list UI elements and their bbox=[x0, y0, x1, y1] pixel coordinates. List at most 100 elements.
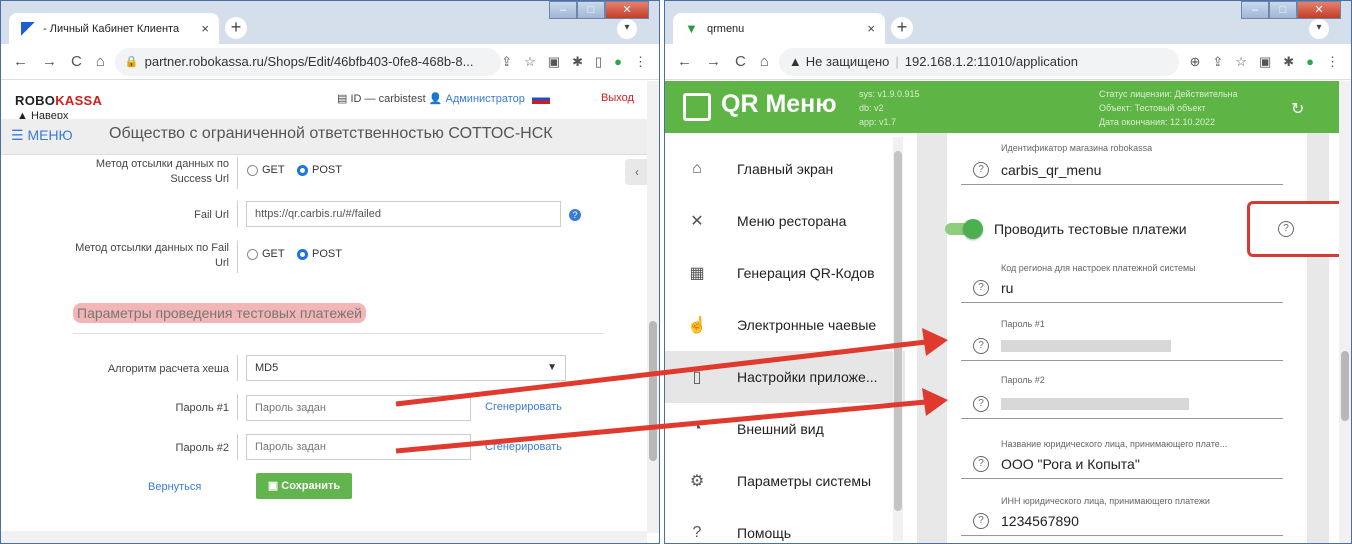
generate-password2-link[interactable]: Сгенерировать bbox=[485, 441, 562, 453]
sidebar-item-tips[interactable]: ☝ Электронные чаевые bbox=[665, 299, 905, 351]
close-tab-icon[interactable]: × bbox=[867, 21, 875, 36]
password1-field[interactable]: Пароль #1 ? bbox=[961, 319, 1283, 361]
zoom-icon[interactable]: ⊕ bbox=[1189, 54, 1200, 70]
sidebar-item-menu[interactable]: ✕ Меню ресторана bbox=[665, 195, 905, 247]
inn-field[interactable]: ИНН юридического лица, принимающего плат… bbox=[961, 496, 1283, 536]
help-icon[interactable]: ? bbox=[1278, 221, 1294, 237]
sidebar-item-help[interactable]: ? Помощь bbox=[665, 507, 905, 543]
sidebar-scrollbar[interactable] bbox=[893, 137, 903, 541]
legal-name-field[interactable]: Название юридического лица, принимающего… bbox=[961, 439, 1283, 479]
home-icon[interactable]: ⌂ bbox=[96, 53, 105, 70]
password2-field[interactable]: Пароль #2 ? bbox=[961, 375, 1283, 419]
bookmark-star-icon[interactable]: ☆ bbox=[524, 54, 536, 70]
tab-search-button[interactable]: ▾ bbox=[1309, 19, 1329, 39]
kebab-menu-icon[interactable]: ⋮ bbox=[1326, 54, 1339, 70]
divider bbox=[237, 434, 238, 460]
help-icon[interactable]: ? bbox=[973, 396, 989, 412]
hash-algorithm-select[interactable]: MD5 ▼ bbox=[246, 355, 566, 381]
bookmark-star-icon[interactable]: ☆ bbox=[1235, 54, 1247, 70]
success-method-radio-get[interactable]: GET bbox=[247, 164, 285, 176]
region-code-field[interactable]: Код региона для настроек платежной систе… bbox=[961, 263, 1283, 303]
password2-input[interactable]: Пароль задан bbox=[246, 434, 471, 460]
help-icon[interactable]: ? bbox=[973, 456, 989, 472]
success-method-radio-post[interactable]: POST bbox=[297, 164, 342, 176]
vertical-scrollbar[interactable] bbox=[647, 81, 659, 533]
share-icon[interactable]: ⇪ bbox=[501, 54, 512, 70]
flag-icon[interactable] bbox=[531, 94, 550, 105]
vertical-scrollbar[interactable] bbox=[1339, 81, 1351, 543]
horizontal-scrollbar[interactable] bbox=[1, 531, 647, 543]
fail-method-radio-get[interactable]: GET bbox=[247, 248, 285, 260]
new-tab-button[interactable]: + bbox=[891, 17, 913, 39]
scroll-thumb[interactable] bbox=[1341, 351, 1349, 421]
maximize-button[interactable]: □ bbox=[1269, 1, 1297, 19]
hash-algorithm-label: Алгоритм расчета хеша bbox=[107, 363, 229, 375]
help-icon[interactable]: ? bbox=[973, 513, 989, 529]
sidebar-item-settings[interactable]: ▯ Настройки приложе... bbox=[665, 351, 905, 403]
scroll-thumb[interactable] bbox=[894, 151, 902, 511]
maximize-button[interactable]: □ bbox=[577, 1, 605, 19]
save-button[interactable]: ▣ Сохранить bbox=[256, 473, 352, 499]
user-icon: 👤 bbox=[428, 93, 443, 105]
tab-search-button[interactable]: ▾ bbox=[617, 19, 637, 39]
close-window-button[interactable]: ✕ bbox=[605, 1, 649, 19]
home-icon[interactable]: ⌂ bbox=[760, 53, 769, 70]
generate-password1-link[interactable]: Сгенерировать bbox=[485, 401, 562, 413]
logout-link[interactable]: Выход bbox=[601, 92, 634, 104]
scroll-thumb[interactable] bbox=[649, 321, 657, 461]
test-payments-toggle[interactable] bbox=[963, 219, 983, 239]
sync-icon[interactable]: ↻ bbox=[1291, 99, 1304, 119]
close-window-button[interactable]: ✕ bbox=[1297, 1, 1341, 19]
forward-icon[interactable]: → bbox=[706, 53, 721, 70]
sidebar: ⌂ Главный экран ✕ Меню ресторана ▦ Генераци… bbox=[665, 133, 905, 543]
shop-id-field[interactable]: Идентификатор магазина robokassa ? carbi… bbox=[961, 143, 1283, 185]
account-info: ▤ ID — carbistest 👤 Администратор bbox=[337, 92, 554, 105]
help-icon[interactable]: ? bbox=[973, 338, 989, 354]
password1-input[interactable]: Пароль задан bbox=[246, 395, 471, 421]
fail-url-input[interactable]: https://qr.carbis.ru/#/failed bbox=[246, 201, 561, 227]
tab-qrmenu[interactable]: ▼ qrmenu × bbox=[673, 13, 885, 44]
sidebar-item-appearance[interactable]: ◔ Внешний вид bbox=[665, 403, 905, 455]
reload-icon[interactable]: C bbox=[735, 53, 746, 70]
extension-icon[interactable]: ▣ bbox=[548, 54, 560, 70]
reload-icon[interactable]: C bbox=[71, 53, 82, 70]
role-link[interactable]: Администратор bbox=[445, 93, 524, 105]
url-field[interactable]: 🔒 partner.robokassa.ru/Shops/Edit/46bfb4… bbox=[114, 47, 502, 76]
puzzle-icon[interactable]: ✱ bbox=[1283, 54, 1294, 70]
window-controls: – □ ✕ bbox=[549, 1, 649, 19]
robokassa-logo[interactable]: ROBOKASSA bbox=[15, 93, 102, 108]
sidebar-item-home[interactable]: ⌂ Главный экран bbox=[665, 143, 905, 195]
minimize-button[interactable]: – bbox=[1241, 1, 1269, 19]
profile-avatar-icon[interactable]: ● bbox=[1306, 54, 1314, 70]
new-tab-button[interactable]: + bbox=[225, 17, 247, 39]
share-icon[interactable]: ⇪ bbox=[1212, 54, 1223, 70]
home-icon: ⌂ bbox=[692, 160, 702, 177]
close-tab-icon[interactable]: × bbox=[201, 21, 209, 36]
kebab-menu-icon[interactable]: ⋮ bbox=[634, 54, 647, 70]
menu-button[interactable]: ☰ МЕНЮ bbox=[11, 127, 73, 144]
extension-icon[interactable]: ▣ bbox=[1259, 54, 1271, 70]
url-field[interactable]: ▲ Не защищено | 192.168.1.2:11010/applic… bbox=[778, 47, 1179, 76]
sidepanel-icon[interactable]: ▯ bbox=[595, 54, 602, 70]
tab-robokassa[interactable]: - Личный Кабинет Клиента × bbox=[9, 13, 219, 44]
radio-checked-icon bbox=[297, 248, 308, 260]
address-bar: ← → C ⌂ ▲ Не защищено | 192.168.1.2:1101… bbox=[665, 44, 1351, 80]
help-icon[interactable]: ? bbox=[973, 162, 989, 178]
fail-method-label: Метод отсылки данных по Fail Url bbox=[75, 242, 229, 269]
forward-icon[interactable]: → bbox=[42, 53, 57, 70]
save-icon: ▣ bbox=[267, 480, 282, 492]
profile-avatar-icon[interactable]: ● bbox=[614, 54, 622, 70]
help-icon[interactable]: ? bbox=[973, 280, 989, 296]
minimize-button[interactable]: – bbox=[549, 1, 577, 19]
sidebar-item-system[interactable]: ⚙ Параметры системы bbox=[665, 455, 905, 507]
id-icon: ▤ bbox=[337, 93, 348, 105]
help-icon[interactable]: ? bbox=[569, 209, 581, 221]
back-link[interactable]: Вернуться bbox=[148, 481, 201, 493]
collapse-panel-button[interactable]: ‹ bbox=[625, 159, 649, 185]
fail-method-radio-post[interactable]: POST bbox=[297, 248, 342, 260]
puzzle-icon[interactable]: ✱ bbox=[572, 54, 583, 70]
sidebar-item-qr[interactable]: ▦ Генерация QR-Кодов bbox=[665, 247, 905, 299]
back-icon[interactable]: ← bbox=[13, 53, 28, 70]
radio-icon bbox=[247, 248, 258, 260]
back-icon[interactable]: ← bbox=[677, 53, 692, 70]
